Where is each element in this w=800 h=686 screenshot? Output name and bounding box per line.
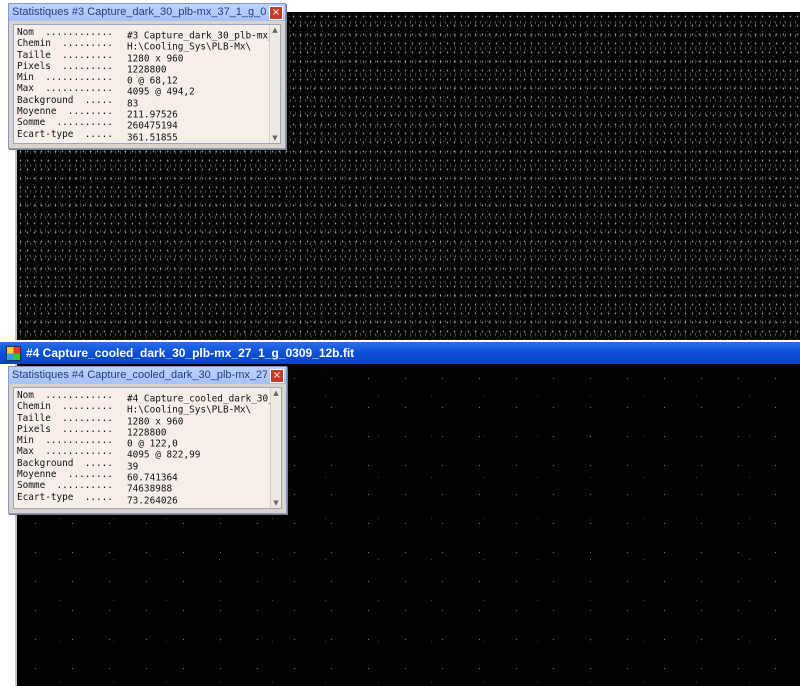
statistics-list-4: Nom ............ #4 Capture_cooled_dark_3… [17,390,274,506]
stat-label: Nom ............ [17,27,113,38]
statistics-window-3-titlebar[interactable]: Statistiques #3 Capture_dark_30_plb-mx_3… [9,4,285,21]
stat-row: Pixels ......... 1228800 [17,423,274,438]
stat-label: Pixels ......... [17,423,113,435]
stat-row: Min ............ 0 @ 68,12 [17,72,274,86]
stat-label: Nom ............ [17,390,113,401]
stat-row: Écart-type ..... 361.51855 [17,128,274,143]
stat-label: Max ............ [17,446,113,458]
stat-row: Max ............ 4095 @ 822,99 [17,446,274,460]
close-icon[interactable]: × [270,369,284,383]
statistics-panel-3: Nom ............ #3 Capture_dark_30_plb-m… [13,24,281,144]
image-file-icon [6,346,21,361]
stat-label: Moyenne ........ [17,469,113,481]
stat-label: Somme .......... [17,117,113,129]
stat-row: Min ............ 0 @ 122,0 [17,435,274,449]
window-4-titlebar[interactable]: #4 Capture_cooled_dark_30_plb-mx_27_1_g_… [0,342,800,364]
stat-label: Chemin ......... [17,38,113,50]
stat-row: Pixels ......... 1228800 [17,60,274,75]
statistics-scrollbar-3[interactable]: ▲ ▼ [269,25,280,143]
close-icon[interactable]: × [269,6,283,20]
statistics-window-4-titlebar[interactable]: Statistiques #4 Capture_cooled_dark_30_p… [9,367,286,384]
stat-row: Nom ............ #4 Capture_cooled_dark_3… [17,390,274,404]
stat-value: 361.51855 [127,131,178,143]
statistics-window-4-title: Statistiques #4 Capture_cooled_dark_30_p… [12,369,267,381]
window-4-title: #4 Capture_cooled_dark_30_plb-mx_27_1_g_… [26,346,355,360]
stat-label: Somme .......... [17,480,113,492]
stat-row: Somme .......... 74638988 [17,480,274,494]
stat-row: Écart-type ..... 73.264026 [17,491,274,506]
stat-label: Écart-type ..... [17,491,113,503]
stat-row: Max ............ 4095 @ 494,2 [17,83,274,97]
scroll-up-icon[interactable]: ▲ [271,388,281,398]
scroll-down-icon[interactable]: ▼ [271,498,281,508]
scroll-up-icon[interactable]: ▲ [270,25,280,35]
statistics-window-4[interactable]: Statistiques #4 Capture_cooled_dark_30_p… [8,366,287,514]
stat-label: Background ..... [17,94,113,106]
stat-row: Chemin ......... H:\Cooling_Sys\PLB-Mx\ [17,38,274,52]
stat-label: Min ............ [17,72,113,84]
stat-row: Nom ............ #3 Capture_dark_30_plb-m… [17,27,274,41]
stat-label: Moyenne ........ [17,106,113,118]
stat-row: Somme .......... 260475194 [17,117,274,131]
stat-value: 73.264026 [127,494,178,506]
statistics-window-3-title: Statistiques #3 Capture_dark_30_plb-mx_3… [12,6,267,18]
statistics-scrollbar-4[interactable]: ▲ ▼ [270,388,281,508]
stat-row: Chemin ......... H:\Cooling_Sys\PLB-Mx\ [17,401,274,415]
stat-label: Taille ......... [17,49,113,61]
statistics-window-3[interactable]: Statistiques #3 Capture_dark_30_plb-mx_3… [8,3,286,149]
stat-label: Chemin ......... [17,401,113,413]
stat-label: Écart-type ..... [17,128,113,140]
stat-label: Min ............ [17,435,113,447]
scroll-down-icon[interactable]: ▼ [270,133,280,143]
stat-row: Moyenne ........ 60.741364 [17,469,274,483]
stat-row: Moyenne ........ 211.97526 [17,106,274,120]
stat-label: Taille ......... [17,412,113,424]
stat-label: Pixels ......... [17,60,113,72]
statistics-panel-4: Nom ............ #4 Capture_cooled_dark_3… [13,387,282,509]
statistics-list-3: Nom ............ #3 Capture_dark_30_plb-m… [17,27,274,143]
stat-label: Max ............ [17,83,113,95]
stat-label: Background ..... [17,457,113,469]
